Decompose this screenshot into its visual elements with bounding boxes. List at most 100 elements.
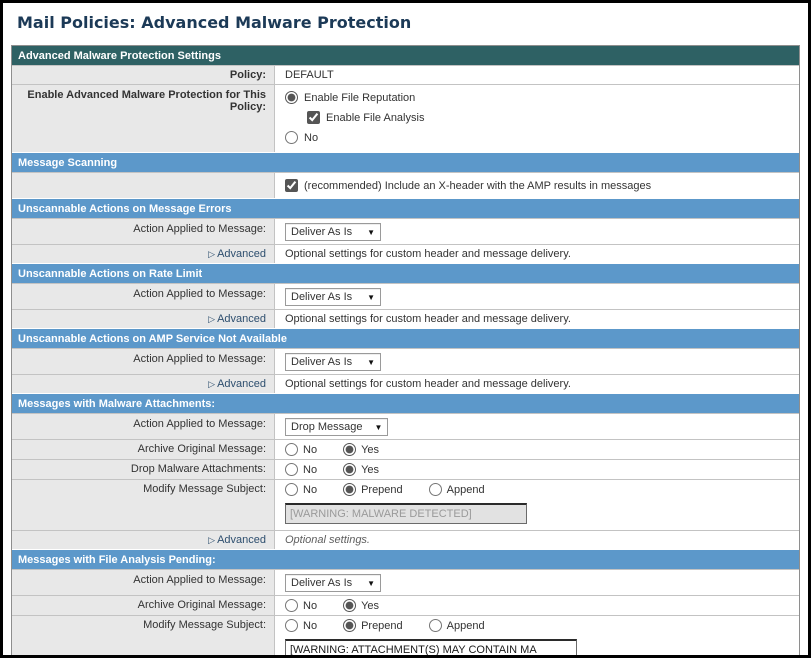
triangle-right-icon: ▷: [208, 249, 215, 259]
xheader-label: (recommended) Include an X-header with t…: [304, 180, 651, 192]
malware-advanced-link[interactable]: ▷Advanced: [208, 534, 266, 546]
enable-file-analysis-label: Enable File Analysis: [326, 112, 424, 124]
malware-subject-no-option[interactable]: No: [285, 483, 317, 496]
message-errors-advanced-link[interactable]: ▷Advanced: [208, 248, 266, 260]
malware-subject-text-input[interactable]: [285, 503, 527, 524]
dropdown-arrow-icon: ▼: [375, 423, 383, 432]
amp-unavailable-action-label: Action Applied to Message:: [12, 349, 275, 374]
pending-archive-yes-option[interactable]: Yes: [343, 599, 379, 612]
malware-advanced-note: Optional settings.: [275, 531, 799, 549]
pending-archive-label: Archive Original Message:: [12, 596, 275, 615]
amp-unavailable-action-row: Action Applied to Message: Deliver As Is…: [12, 348, 799, 374]
pending-archive-no-option[interactable]: No: [285, 599, 317, 612]
amp-settings-table: Advanced Malware Protection Settings Pol…: [11, 45, 800, 658]
xheader-row: (recommended) Include an X-header with t…: [12, 172, 799, 198]
enable-file-reputation-option[interactable]: Enable File Reputation: [285, 91, 789, 104]
pending-subject-text-input[interactable]: [285, 639, 577, 658]
section-header-malware-attachments: Messages with Malware Attachments:: [12, 393, 799, 413]
pending-subject-append-radio[interactable]: [429, 619, 442, 632]
malware-archive-no-radio[interactable]: [285, 443, 298, 456]
pending-action-label: Action Applied to Message:: [12, 570, 275, 595]
malware-subject-label: Modify Message Subject:: [12, 480, 275, 530]
message-errors-action-select[interactable]: Deliver As Is ▼: [285, 223, 381, 241]
rate-limit-action-select[interactable]: Deliver As Is ▼: [285, 288, 381, 306]
pending-subject-row: Modify Message Subject: No Prepend Appen…: [12, 615, 799, 658]
pending-subject-no-option[interactable]: No: [285, 619, 317, 632]
section-header-file-analysis-pending: Messages with File Analysis Pending:: [12, 549, 799, 569]
section-header-unscannable-message-errors: Unscannable Actions on Message Errors: [12, 198, 799, 218]
xheader-empty-label: [12, 173, 275, 198]
pending-action-row: Action Applied to Message: Deliver As Is…: [12, 569, 799, 595]
rate-limit-advanced-row: ▷Advanced Optional settings for custom h…: [12, 309, 799, 328]
dropdown-arrow-icon: ▼: [367, 358, 375, 367]
pending-subject-label: Modify Message Subject:: [12, 616, 275, 658]
malware-subject-no-radio[interactable]: [285, 483, 298, 496]
malware-drop-yes-option[interactable]: Yes: [343, 463, 379, 476]
rate-limit-action-row: Action Applied to Message: Deliver As Is…: [12, 283, 799, 309]
message-errors-action-row: Action Applied to Message: Deliver As Is…: [12, 218, 799, 244]
page: Mail Policies: Advanced Malware Protecti…: [0, 0, 811, 658]
enable-amp-label: Enable Advanced Malware Protection for T…: [12, 85, 275, 152]
malware-subject-append-option[interactable]: Append: [429, 483, 485, 496]
amp-unavailable-advanced-link[interactable]: ▷Advanced: [208, 378, 266, 390]
dropdown-arrow-icon: ▼: [367, 293, 375, 302]
pending-subject-append-option[interactable]: Append: [429, 619, 485, 632]
malware-subject-row: Modify Message Subject: No Prepend Appen…: [12, 479, 799, 530]
section-header-unscannable-rate-limit: Unscannable Actions on Rate Limit: [12, 263, 799, 283]
pending-subject-prepend-radio[interactable]: [343, 619, 356, 632]
malware-drop-no-radio[interactable]: [285, 463, 298, 476]
malware-action-label: Action Applied to Message:: [12, 414, 275, 439]
amp-unavailable-advanced-row: ▷Advanced Optional settings for custom h…: [12, 374, 799, 393]
enable-no-label: No: [304, 132, 318, 144]
xheader-option[interactable]: (recommended) Include an X-header with t…: [285, 179, 789, 192]
malware-advanced-row: ▷Advanced Optional settings.: [12, 530, 799, 549]
dropdown-arrow-icon: ▼: [367, 228, 375, 237]
pending-archive-no-radio[interactable]: [285, 599, 298, 612]
malware-archive-row: Archive Original Message: No Yes: [12, 439, 799, 459]
malware-subject-append-radio[interactable]: [429, 483, 442, 496]
malware-subject-prepend-radio[interactable]: [343, 483, 356, 496]
pending-subject-prepend-option[interactable]: Prepend: [343, 619, 403, 632]
policy-row: Policy: DEFAULT: [12, 65, 799, 84]
amp-unavailable-advanced-note: Optional settings for custom header and …: [275, 375, 799, 393]
malware-archive-yes-radio[interactable]: [343, 443, 356, 456]
malware-archive-label: Archive Original Message:: [12, 440, 275, 459]
section-header-unscannable-amp-unavailable: Unscannable Actions on AMP Service Not A…: [12, 328, 799, 348]
enable-file-analysis-checkbox[interactable]: [307, 111, 320, 124]
malware-drop-label: Drop Malware Attachments:: [12, 460, 275, 479]
policy-label: Policy:: [12, 66, 275, 84]
page-title: Mail Policies: Advanced Malware Protecti…: [3, 3, 808, 45]
enable-no-radio[interactable]: [285, 131, 298, 144]
message-errors-advanced-row: ▷Advanced Optional settings for custom h…: [12, 244, 799, 263]
message-errors-action-label: Action Applied to Message:: [12, 219, 275, 244]
triangle-right-icon: ▷: [208, 535, 215, 545]
enable-file-analysis-option[interactable]: Enable File Analysis: [307, 111, 789, 124]
pending-action-select[interactable]: Deliver As Is ▼: [285, 574, 381, 592]
malware-action-select[interactable]: Drop Message ▼: [285, 418, 388, 436]
enable-file-reputation-radio[interactable]: [285, 91, 298, 104]
pending-archive-yes-radio[interactable]: [343, 599, 356, 612]
xheader-checkbox[interactable]: [285, 179, 298, 192]
malware-action-row: Action Applied to Message: Drop Message …: [12, 413, 799, 439]
rate-limit-advanced-link[interactable]: ▷Advanced: [208, 313, 266, 325]
enable-amp-row: Enable Advanced Malware Protection for T…: [12, 84, 799, 152]
malware-drop-no-option[interactable]: No: [285, 463, 317, 476]
malware-subject-prepend-option[interactable]: Prepend: [343, 483, 403, 496]
section-header-message-scanning: Message Scanning: [12, 152, 799, 172]
enable-file-reputation-label: Enable File Reputation: [304, 92, 415, 104]
rate-limit-action-label: Action Applied to Message:: [12, 284, 275, 309]
dropdown-arrow-icon: ▼: [367, 579, 375, 588]
enable-no-option[interactable]: No: [285, 131, 789, 144]
policy-value: DEFAULT: [275, 66, 799, 84]
amp-unavailable-action-select[interactable]: Deliver As Is ▼: [285, 353, 381, 371]
malware-drop-row: Drop Malware Attachments: No Yes: [12, 459, 799, 479]
table-main-header: Advanced Malware Protection Settings: [12, 46, 799, 65]
malware-archive-no-option[interactable]: No: [285, 443, 317, 456]
malware-drop-yes-radio[interactable]: [343, 463, 356, 476]
message-errors-advanced-note: Optional settings for custom header and …: [275, 245, 799, 263]
rate-limit-advanced-note: Optional settings for custom header and …: [275, 310, 799, 328]
pending-subject-no-radio[interactable]: [285, 619, 298, 632]
triangle-right-icon: ▷: [208, 314, 215, 324]
pending-archive-row: Archive Original Message: No Yes: [12, 595, 799, 615]
malware-archive-yes-option[interactable]: Yes: [343, 443, 379, 456]
